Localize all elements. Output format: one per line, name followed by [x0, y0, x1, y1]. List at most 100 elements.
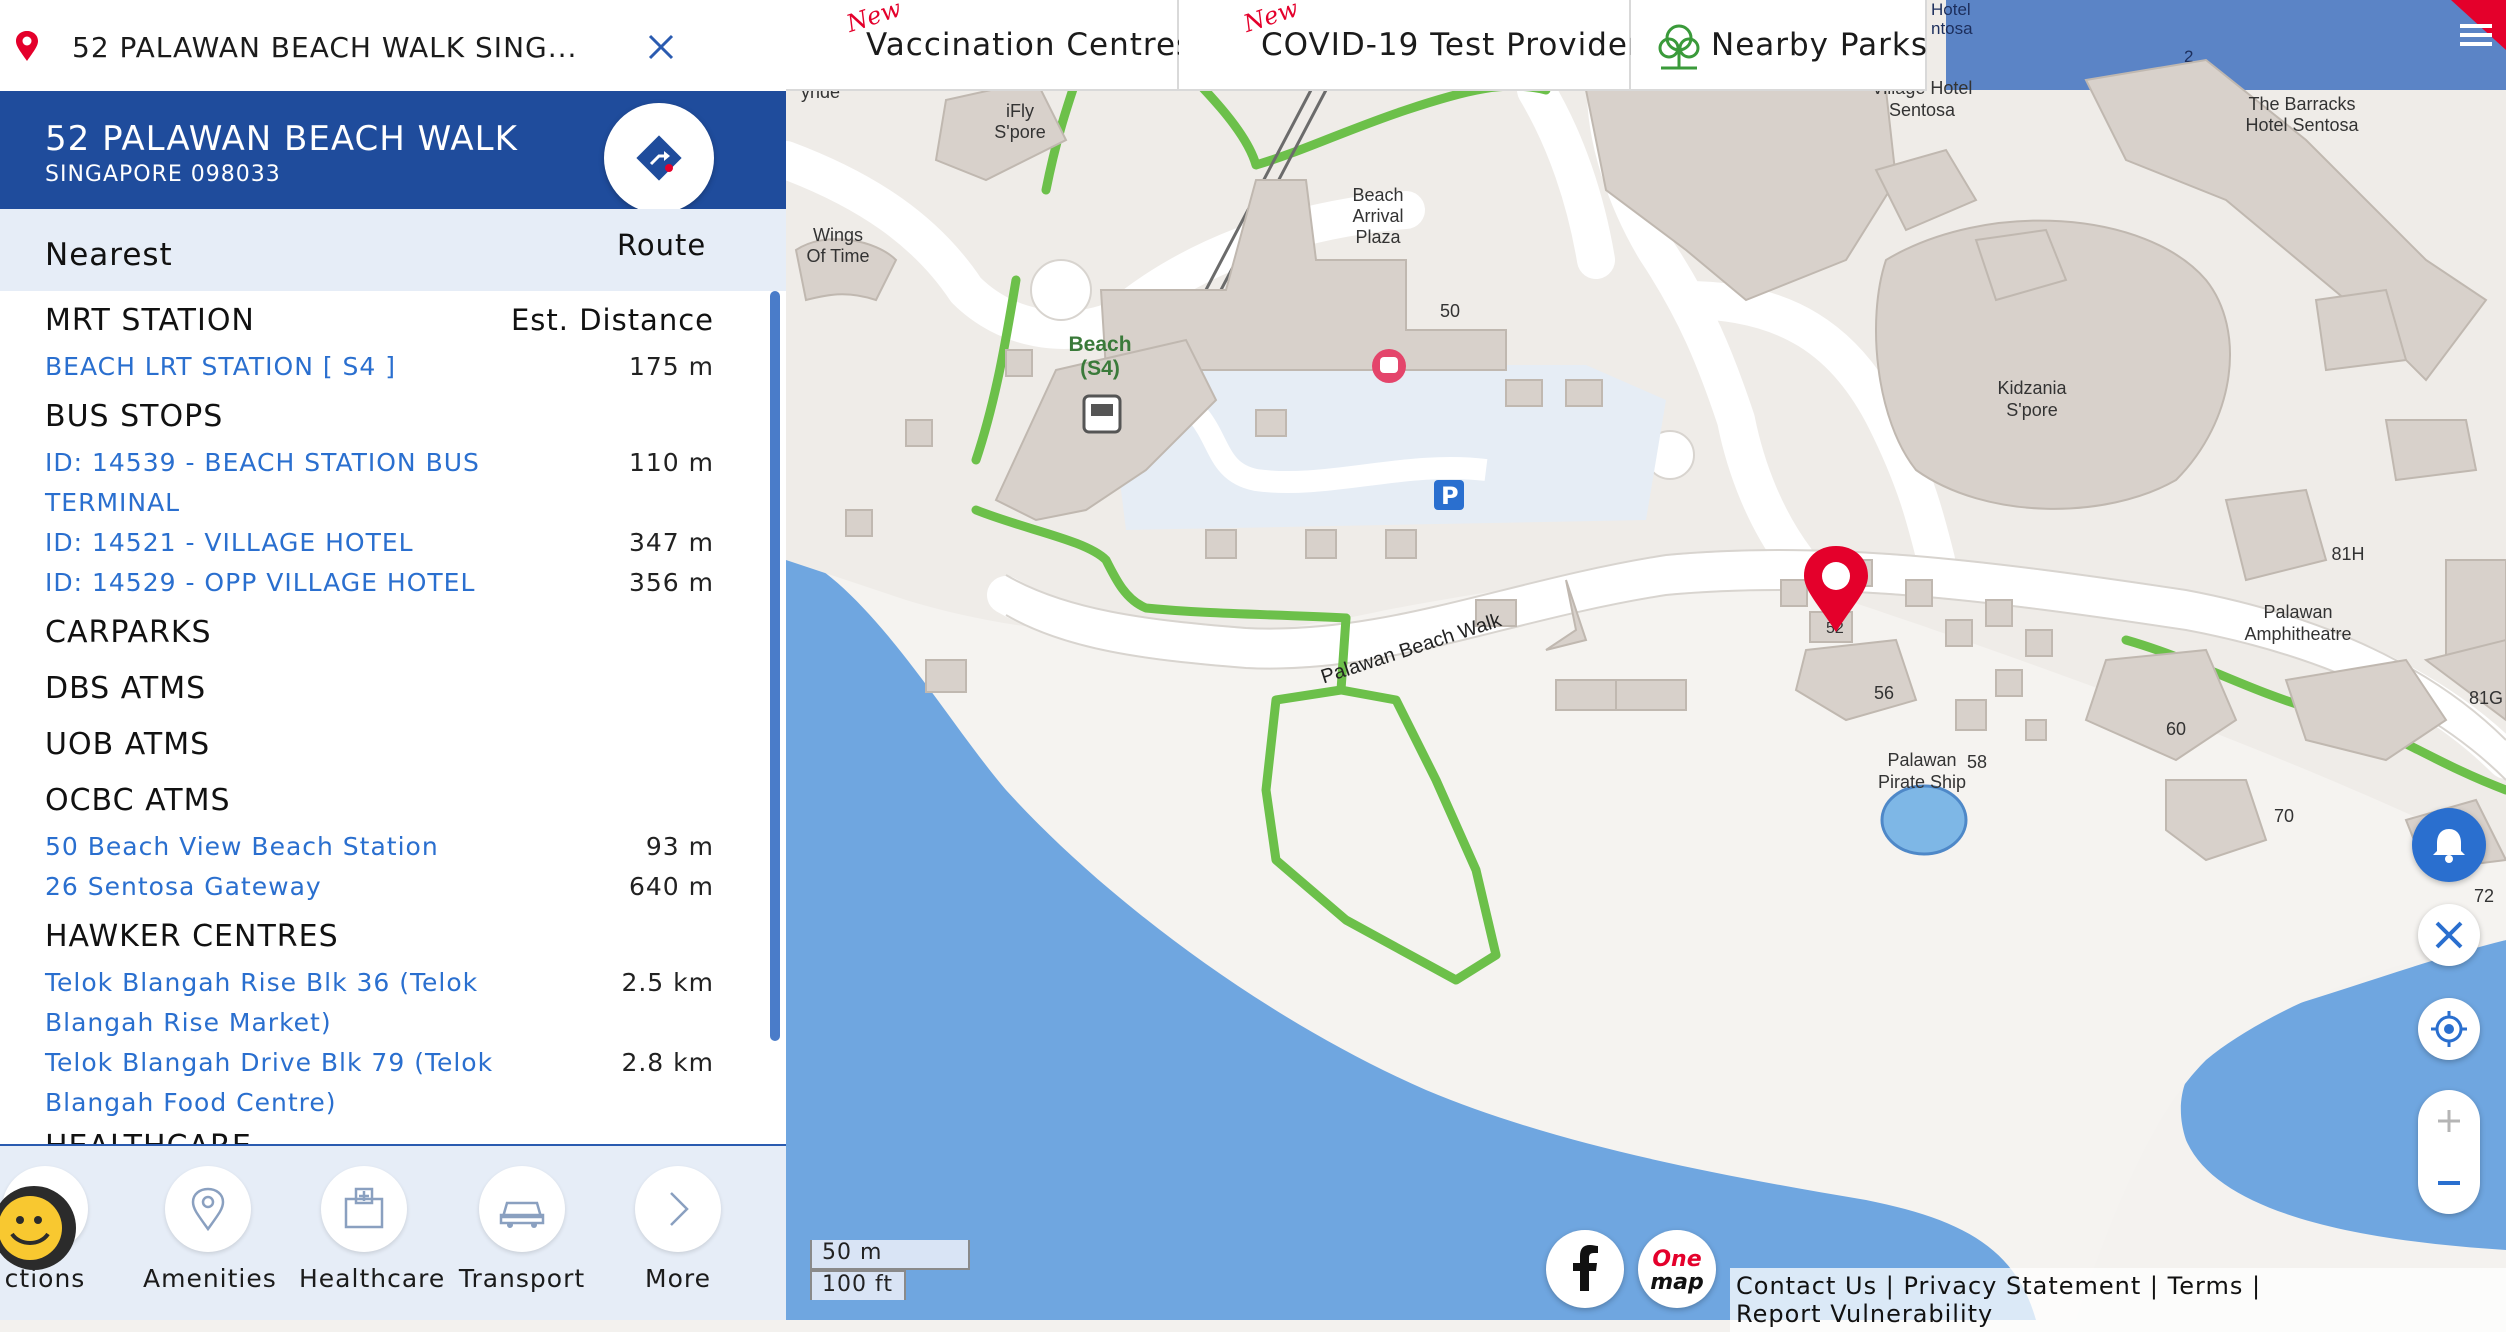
nearest-label: Nearest	[45, 237, 173, 273]
nav-amenities[interactable]: Amenities	[143, 1166, 276, 1293]
crosshair-icon	[2431, 1011, 2467, 1047]
hospital-icon	[344, 1187, 384, 1229]
zoom-in-button[interactable]	[2418, 1090, 2480, 1152]
close-icon[interactable]	[646, 32, 676, 62]
list-item-hawker-line2: Blangah Food Centre)	[45, 1088, 337, 1117]
list-item-bus[interactable]: ID: 14521 - VILLAGE HOTEL	[45, 523, 505, 563]
svg-text:P: P	[1441, 482, 1459, 510]
route-label[interactable]: Route	[617, 228, 706, 262]
route-button[interactable]	[604, 103, 714, 213]
map-label-plaza-3: Plaza	[1355, 227, 1401, 247]
zoom-out-button[interactable]	[2418, 1152, 2480, 1214]
nav-label: More	[645, 1264, 711, 1293]
map-canvas[interactable]: Hotel ntosa 2 P yride iFly S'pore Wings …	[786, 0, 2506, 1320]
measure-tool-button[interactable]	[2418, 904, 2480, 966]
section-mrt-title: MRT STATION	[45, 303, 255, 338]
tab-label: Nearby Parks	[1711, 26, 1929, 63]
list-item-distance: 93 m	[645, 832, 714, 861]
list-item-distance: 2.8 km	[621, 1048, 714, 1077]
map-label-ifly-1: iFly	[1006, 101, 1034, 121]
list-item-bus[interactable]: ID: 14539 - BEACH STATION BUS TERMINAL	[45, 443, 505, 523]
map-label-plaza-2: Arrival	[1352, 206, 1403, 226]
map-label-72: 72	[2474, 886, 2494, 906]
pin-icon	[16, 31, 38, 61]
list-item-hawker[interactable]: Telok Blangah Rise Blk 36 (Telok Blangah…	[45, 963, 505, 1043]
scale-metric: 50 m	[810, 1240, 970, 1270]
menu-button[interactable]	[2446, 4, 2502, 60]
map-label-60: 60	[2166, 719, 2186, 739]
list-item-atm[interactable]: 26 Sentosa Gateway	[45, 867, 505, 907]
map-label-70: 70	[2274, 806, 2294, 826]
list-item-atm[interactable]: 50 Beach View Beach Station	[45, 827, 505, 867]
tab-label: Vaccination Centres	[866, 26, 1194, 63]
section-uob-title[interactable]: UOB ATMS	[45, 727, 210, 762]
feedback-button[interactable]	[0, 1186, 76, 1270]
chevron-right-icon	[670, 1192, 689, 1226]
bell-icon	[2433, 829, 2465, 863]
search-input[interactable]	[70, 20, 634, 74]
search-bar	[0, 0, 786, 92]
bus-stop-icon	[1082, 394, 1122, 434]
report-vulnerability-link[interactable]: Report Vulnerability	[1736, 1300, 1993, 1328]
locate-me-button[interactable]	[2418, 998, 2480, 1060]
map-label-81g: 81G	[2469, 688, 2503, 708]
contact-us-link[interactable]: Contact Us	[1736, 1272, 1877, 1300]
list-item-bus-line1: ID: 14539 - BEACH STATION BUS	[45, 448, 480, 477]
list-item-hawker-line1: Telok Blangah Drive Blk 79 (Telok	[45, 1048, 494, 1077]
notifications-button[interactable]	[2412, 808, 2486, 882]
tab-nearby-parks[interactable]: Nearby Parks	[1631, 0, 1927, 91]
privacy-statement-link[interactable]: Privacy Statement	[1903, 1272, 2141, 1300]
list-item-hawker[interactable]: Telok Blangah Drive Blk 79 (Telok Blanga…	[45, 1043, 505, 1123]
map-label-kidzania-2: S'pore	[2006, 400, 2057, 420]
onemap-logo-icon: One map	[1650, 1247, 1704, 1295]
zoom-control	[2418, 1090, 2480, 1214]
scale-imperial: 100 ft	[810, 1270, 906, 1300]
list-item-distance: 356 m	[628, 568, 714, 597]
location-pin-icon	[191, 1187, 225, 1231]
nav-transport[interactable]: Transport	[457, 1166, 587, 1293]
list-scrollbar[interactable]	[770, 291, 780, 1041]
section-carparks-title[interactable]: CARPARKS	[45, 615, 212, 650]
map-label-kidzania-1: Kidzania	[1997, 378, 2067, 398]
bottom-nav: ctions Amenities Healthcare Transport Mo…	[0, 1146, 786, 1320]
nearest-list[interactable]: MRT STATION Est. Distance BEACH LRT STAT…	[0, 291, 786, 1146]
onemap-logo-button[interactable]: One map	[1638, 1230, 1716, 1308]
map-label-barracks-1: The Barracks	[2248, 94, 2355, 114]
list-item-distance: 110 m	[628, 448, 714, 477]
tab-label: COVID-19 Test Providers	[1261, 26, 1659, 63]
svg-text:One: One	[1652, 1247, 1701, 1272]
nav-more[interactable]: More	[613, 1166, 743, 1293]
list-item-distance: 2.5 km	[621, 968, 714, 997]
car-icon	[499, 1201, 545, 1228]
map-label-amphi-2: Amphitheatre	[2244, 624, 2351, 644]
map-label-hotel-partial-2: ntosa	[1931, 19, 1973, 38]
nav-healthcare[interactable]: Healthcare	[299, 1166, 444, 1293]
separator: |	[2149, 1272, 2160, 1300]
map-label-ifly-2: S'pore	[994, 122, 1045, 142]
scale-bar: 50 m 100 ft	[810, 1240, 970, 1300]
list-item-mrt[interactable]: BEACH LRT STATION [ S4 ]	[45, 347, 505, 387]
map-label-pirate-1: Palawan	[1887, 750, 1956, 770]
facebook-button[interactable]	[1546, 1230, 1624, 1308]
tab-vaccination-centres[interactable]: New Vaccination Centres	[786, 0, 1192, 91]
list-item-distance: 640 m	[628, 872, 714, 901]
map-label-beach-2: (S4)	[1080, 357, 1120, 380]
section-bus-title: BUS STOPS	[45, 399, 224, 434]
map-label-beach-1: Beach	[1068, 333, 1131, 356]
map-label-wings-2: Of Time	[806, 246, 869, 266]
map-label-village-2: Sentosa	[1889, 100, 1956, 120]
ruler-pencil-icon	[2435, 921, 2463, 949]
section-dbs-title[interactable]: DBS ATMS	[45, 671, 206, 706]
list-item-distance: 175 m	[628, 352, 714, 381]
section-ocbc-title: OCBC ATMS	[45, 783, 231, 818]
nav-label: Transport	[458, 1264, 586, 1293]
list-item-bus[interactable]: ID: 14529 - OPP VILLAGE HOTEL	[45, 563, 505, 603]
address-header: 52 PALAWAN BEACH WALK SINGAPORE 098033	[0, 91, 786, 213]
address-line1: 52 PALAWAN BEACH WALK	[45, 119, 518, 159]
plus-icon	[2438, 1110, 2460, 1132]
nearest-row: Nearest Route	[0, 209, 786, 291]
est-distance-header: Est. Distance	[510, 303, 714, 337]
tab-covid-test-providers[interactable]: New COVID-19 Test Providers	[1179, 0, 1658, 91]
svg-text:map: map	[1650, 1270, 1704, 1295]
terms-link[interactable]: Terms	[2168, 1272, 2244, 1300]
